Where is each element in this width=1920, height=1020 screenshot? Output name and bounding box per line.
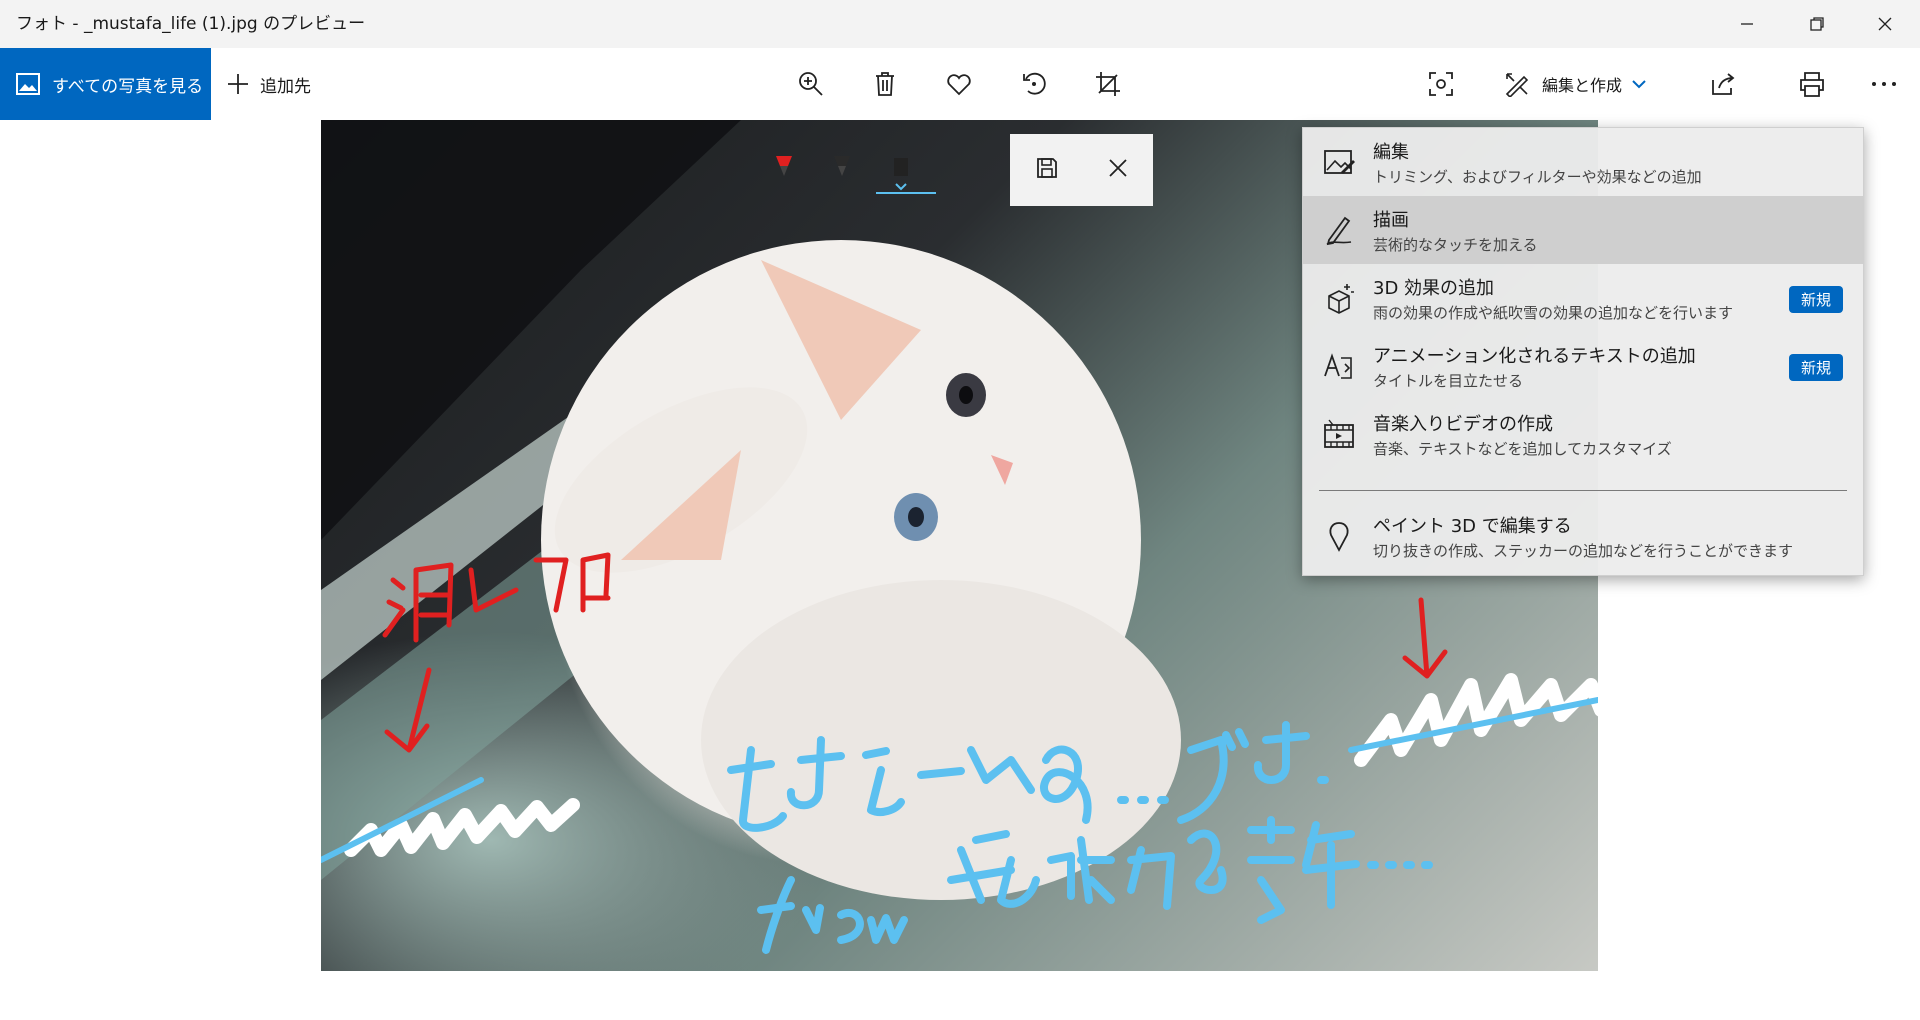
video-icon: [1324, 419, 1354, 448]
share-button[interactable]: [1702, 62, 1746, 106]
menu-item-3d-effects[interactable]: 3D 効果の追加 雨の効果の作成や紙吹雪の効果の追加などを行います 新規: [1303, 264, 1863, 332]
menu-item-edit[interactable]: 編集 トリミング、およびフィルターや効果などの追加: [1303, 128, 1863, 196]
toolbar: すべての写真を見る 追加先 編集と作成: [0, 48, 1920, 120]
pen-toolbar: [766, 150, 1006, 194]
menu-item-subtitle: 音楽、テキストなどを追加してカスタマイズ: [1373, 440, 1672, 458]
photo-gallery-icon: [16, 73, 40, 95]
eraser-icon[interactable]: [876, 158, 936, 194]
minimize-button[interactable]: [1712, 0, 1782, 48]
window-title: フォト - _mustafa_life (1).jpg のプレビュー: [16, 14, 366, 34]
save-icon: [1036, 158, 1057, 178]
more-options-button[interactable]: [1862, 62, 1906, 106]
close-window-button[interactable]: [1850, 0, 1920, 48]
menu-item-subtitle: 切り抜きの作成、ステッカーの追加などを行うことができます: [1373, 542, 1794, 560]
menu-item-title: 編集: [1373, 142, 1409, 163]
menu-item-title: アニメーション化されるテキストの追加: [1373, 346, 1696, 367]
print-icon: [1800, 72, 1824, 97]
menu-item-paint3d[interactable]: ペイント 3D で編集する 切り抜きの作成、ステッカーの追加などを行うことができ…: [1303, 502, 1863, 570]
draw-pen-icon: [1326, 216, 1352, 246]
menu-item-animated-text[interactable]: アニメーション化されるテキストの追加 タイトルを目立たせる 新規: [1303, 332, 1863, 400]
menu-item-draw[interactable]: 描画 芸術的なタッチを加える: [1303, 196, 1863, 264]
edit-create-icon: [1505, 73, 1529, 97]
add-to-label: 追加先: [260, 76, 311, 97]
crop-button[interactable]: [1086, 62, 1130, 106]
animated-text-icon: [1324, 353, 1352, 379]
menu-item-title: 描画: [1373, 210, 1409, 231]
paint3d-icon: [1329, 522, 1349, 552]
menu-item-music-video[interactable]: 音楽入りビデオの作成 音楽、テキストなどを追加してカスタマイズ: [1303, 400, 1863, 468]
save-drawing-button[interactable]: [1035, 156, 1059, 184]
menu-item-title: 3D 効果の追加: [1373, 278, 1495, 299]
print-button[interactable]: [1790, 62, 1834, 106]
zoom-in-icon: [799, 72, 823, 96]
menu-item-subtitle: トリミング、およびフィルターや効果などの追加: [1373, 168, 1702, 186]
menu-item-subtitle: 雨の効果の作成や紙吹雪の効果の追加などを行います: [1373, 304, 1734, 322]
edit-create-button[interactable]: 編集と作成: [1504, 48, 1646, 120]
all-photos-button[interactable]: すべての写真を見る: [0, 48, 211, 120]
more-icon: [1872, 82, 1896, 86]
delete-button[interactable]: [863, 62, 907, 106]
menu-item-subtitle: タイトルを目立たせる: [1373, 372, 1524, 390]
rotate-icon: [1023, 72, 1046, 95]
menu-item-title: 音楽入りビデオの作成: [1373, 414, 1553, 435]
minimize-icon: [1741, 23, 1753, 25]
menu-divider: [1319, 490, 1847, 491]
menu-item-title: ペイント 3D で編集する: [1373, 516, 1572, 537]
draw-actions: [1010, 134, 1153, 206]
ballpoint-pen-icon[interactable]: [776, 156, 792, 176]
cat-figure: [541, 240, 1181, 900]
add-to-button[interactable]: 追加先: [226, 48, 311, 120]
crop-icon: [1096, 72, 1120, 96]
close-icon: [1109, 159, 1127, 177]
edit-image-icon: [1324, 150, 1355, 174]
zoom-button[interactable]: [789, 62, 833, 106]
3d-effects-icon: [1328, 284, 1354, 314]
pencil-icon[interactable]: [834, 156, 850, 176]
edit-create-label: 編集と作成: [1542, 76, 1623, 95]
visual-search-button[interactable]: [1419, 62, 1463, 106]
menu-item-subtitle: 芸術的なタッチを加える: [1373, 236, 1538, 254]
share-icon: [1712, 73, 1735, 95]
favorite-button[interactable]: [937, 62, 981, 106]
plus-icon: [228, 74, 248, 94]
heart-icon: [947, 74, 971, 96]
new-badge: 新規: [1788, 354, 1843, 381]
title-bar: フォト - _mustafa_life (1).jpg のプレビュー: [0, 0, 1920, 48]
edit-create-menu: 編集 トリミング、およびフィルターや効果などの追加 描画 芸術的なタッチを加える…: [1302, 127, 1864, 576]
rotate-button[interactable]: [1012, 62, 1056, 106]
delete-icon: [876, 72, 894, 96]
new-badge: 新規: [1788, 286, 1843, 313]
restore-icon: [1810, 17, 1824, 31]
close-icon: [1878, 17, 1892, 31]
close-drawing-button[interactable]: [1108, 158, 1128, 182]
camera-focus-icon: [1429, 72, 1453, 96]
all-photos-label: すべての写真を見る: [52, 76, 204, 97]
maximize-button[interactable]: [1782, 0, 1852, 48]
chevron-down-icon: [1632, 80, 1646, 89]
